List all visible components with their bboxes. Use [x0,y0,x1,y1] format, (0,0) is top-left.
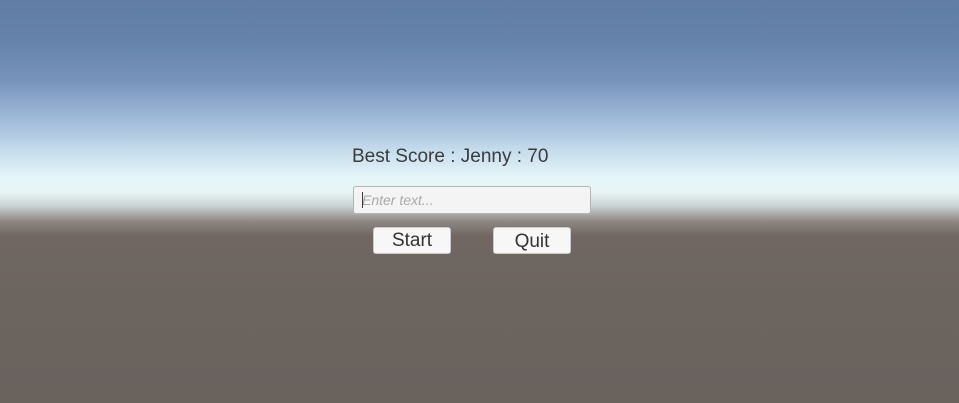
quit-button[interactable]: Quit [493,227,571,254]
game-background: Best Score : Jenny : 70 Start Quit [0,0,959,403]
start-button[interactable]: Start [373,227,451,254]
best-score-label: Best Score : Jenny : 70 [352,146,549,167]
text-caret [362,192,363,208]
player-name-input[interactable] [353,186,591,214]
